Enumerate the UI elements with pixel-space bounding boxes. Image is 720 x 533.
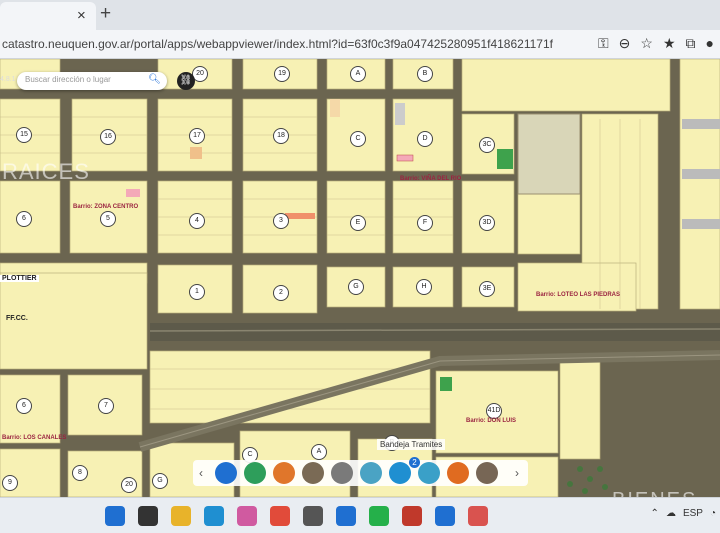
barrio-label: Barrio: LOTEO LAS PIEDRAS [536, 292, 621, 298]
lot-label[interactable]: 16 [100, 129, 116, 145]
watermark-bottom: BIENES R [612, 489, 720, 497]
barrio-label: Barrio: LOS CANALES [2, 435, 67, 441]
lot-label[interactable]: 1 [189, 284, 205, 300]
lot-label[interactable]: 20 [121, 477, 137, 493]
app-red-icon[interactable] [402, 506, 422, 526]
lot-label[interactable]: 6 [16, 398, 32, 414]
widget-toolbar: ‹ › 2 [193, 457, 528, 486]
zoom-label: 4.8.1 [0, 76, 16, 83]
barrio-label: Barrio: VIÑA DEL RIO [400, 176, 462, 182]
query-icon[interactable] [360, 462, 382, 484]
lot-label[interactable]: 17 [189, 128, 205, 144]
file-explorer-icon[interactable] [171, 506, 191, 526]
plottier-label: PLOTTIER [0, 275, 39, 282]
watermark-top: RAICES [2, 159, 90, 184]
snip-icon[interactable] [468, 506, 488, 526]
lot-label[interactable]: 7 [98, 398, 114, 414]
lot-label[interactable]: H [416, 279, 432, 295]
draw-icon[interactable] [418, 462, 440, 484]
lot-label[interactable]: E [350, 215, 366, 231]
edge-icon[interactable] [204, 506, 224, 526]
lot-label[interactable]: 18 [273, 128, 289, 144]
barrio-label: Barrio: DON LUIS [466, 418, 517, 424]
more-icon[interactable] [215, 462, 237, 484]
url-field[interactable]: catastro.neuquen.gov.ar/portal/apps/weba… [2, 37, 553, 51]
search-placeholder: Buscar dirección o lugar [25, 75, 111, 84]
copilot-icon[interactable] [237, 506, 257, 526]
lot-label[interactable]: 19 [274, 66, 290, 82]
lot-label[interactable]: G [348, 279, 364, 295]
map-search-input[interactable]: Buscar dirección o lugar 🔍︎ [17, 72, 167, 90]
lot-label[interactable]: 3D [479, 215, 495, 231]
address-bar: catastro.neuquen.gov.ar/portal/apps/weba… [0, 30, 720, 59]
lot-label[interactable]: 8 [72, 465, 88, 481]
edit-icon[interactable] [447, 462, 469, 484]
lot-label[interactable]: 3 [273, 213, 289, 229]
close-tab-icon[interactable]: × [77, 7, 86, 24]
map-canvas [0, 59, 720, 497]
layers-icon[interactable] [244, 462, 266, 484]
lot-label[interactable]: 15 [16, 127, 32, 143]
tooltip-bandeja: Bandeja Tramites [377, 439, 446, 450]
ffcc-label: FF.CC. [6, 315, 28, 322]
search-icon[interactable]: 🔍︎ [148, 74, 161, 85]
map-view[interactable]: 20 19 A B 15 16 17 18 C D 3C 6 5 4 3 E F… [0, 59, 720, 497]
tab-bar: × + [0, 0, 720, 30]
basemap-icon[interactable] [273, 462, 295, 484]
profile-icon[interactable]: ● [706, 35, 714, 52]
dock-badge: 2 [409, 457, 420, 468]
tools-icon[interactable] [476, 462, 498, 484]
lot-label[interactable]: 3E [479, 281, 495, 297]
lot-label[interactable]: 4 [189, 213, 205, 229]
windows-start-icon[interactable] [105, 506, 125, 526]
windows-taskbar: ⌃ ☁ ESP ◔ [0, 497, 720, 533]
outlook-icon[interactable] [435, 506, 455, 526]
lot-label[interactable]: 41D [486, 403, 502, 419]
browser-tab[interactable]: × [0, 2, 96, 30]
barrio-label: Barrio: ZONA CENTRO [73, 204, 139, 210]
measure-icon[interactable] [302, 462, 324, 484]
next-arrow-icon[interactable]: › [515, 466, 519, 480]
favorite-star-icon[interactable]: ★ [663, 35, 676, 52]
lot-label[interactable]: B [417, 66, 433, 82]
zoom-out-icon[interactable]: ⊖ [619, 35, 631, 52]
link-icon[interactable]: ⛓ [177, 72, 195, 90]
calculator-icon[interactable] [303, 506, 323, 526]
print-icon[interactable] [331, 462, 353, 484]
cloud-icon[interactable]: ☁ [666, 508, 676, 519]
search-tool-icon[interactable] [389, 462, 411, 484]
key-icon[interactable]: ⚿ [598, 35, 609, 52]
lot-label[interactable]: 3C [479, 137, 495, 153]
search-icon[interactable] [138, 506, 158, 526]
lot-label[interactable]: 2 [273, 285, 289, 301]
language-indicator[interactable]: ESP [683, 508, 703, 519]
lot-label[interactable]: A [311, 444, 327, 460]
chevron-up-icon[interactable]: ⌃ [651, 508, 659, 519]
lot-label[interactable]: A [350, 66, 366, 82]
chrome-icon[interactable] [270, 506, 290, 526]
lot-label[interactable]: D [417, 131, 433, 147]
prev-arrow-icon[interactable]: ‹ [199, 466, 203, 480]
lot-label[interactable]: 5 [100, 211, 116, 227]
lot-label[interactable]: F [417, 215, 433, 231]
lot-label[interactable]: G [152, 473, 168, 489]
collections-icon[interactable]: ⧉ [686, 35, 696, 52]
whatsapp-icon[interactable] [369, 506, 389, 526]
lot-label[interactable]: 6 [16, 211, 32, 227]
lot-label[interactable]: 9 [2, 475, 18, 491]
system-tray: ⌃ ☁ ESP ◔ [651, 508, 716, 519]
new-tab-button[interactable]: + [100, 3, 111, 25]
wifi-icon[interactable]: ◔ [710, 508, 716, 519]
mail-icon[interactable] [336, 506, 356, 526]
lot-label[interactable]: C [350, 131, 366, 147]
star-add-icon[interactable]: ☆ [640, 35, 653, 52]
